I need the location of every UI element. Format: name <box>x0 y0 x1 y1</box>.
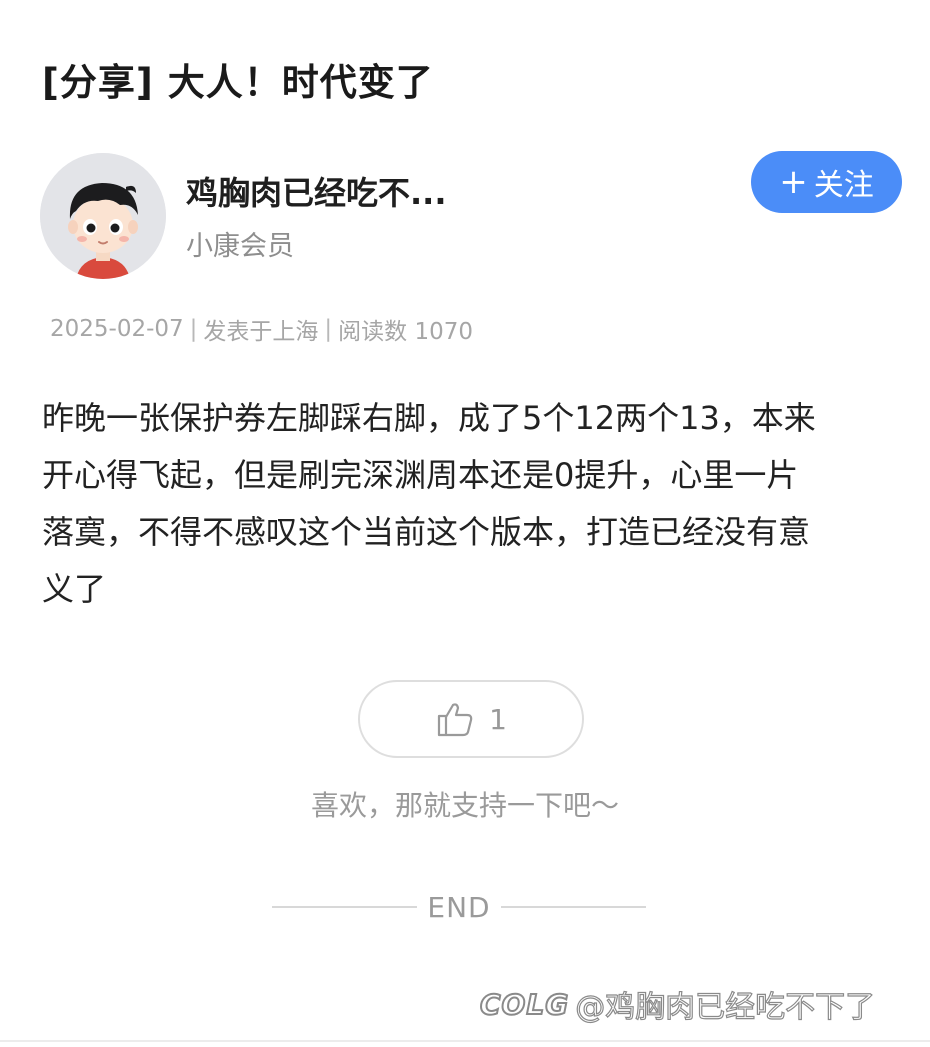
post-title: [分享] 大人！时代变了 <box>42 61 434 104</box>
author-name[interactable]: 鸡胸肉已经吃不... <box>186 168 446 214</box>
cartoon-avatar-icon <box>40 153 166 279</box>
colg-logo: COLG <box>479 987 570 1022</box>
like-hint-text: 喜欢，那就支持一下吧～ <box>310 789 619 822</box>
watermark-text: @鸡胸肉已经吃不下了 <box>575 989 876 1025</box>
end-divider-line-left <box>272 906 417 908</box>
follow-button-label: 关注 <box>813 168 874 203</box>
author-level-badge: 小康会员 <box>186 231 294 262</box>
meta-separator: | <box>324 316 333 342</box>
post-body: 昨晚一张保护券左脚踩右脚，成了5个12两个13，本来 开心得飞起，但是刷完深渊周… <box>42 399 816 608</box>
meta-separator: | <box>189 316 198 342</box>
end-divider: END <box>272 886 646 928</box>
read-count: 阅读数 1070 <box>338 319 474 345</box>
post-date: 2025-02-07 <box>50 316 184 342</box>
end-divider-line-right <box>500 906 646 908</box>
like-button[interactable]: 1 <box>358 680 584 758</box>
watermark: COLG @鸡胸肉已经吃不下了 <box>479 982 876 1026</box>
post-location: 发表于上海 <box>203 319 319 345</box>
end-label: END <box>427 890 491 924</box>
post-meta: 2025-02-07 | 发表于上海 | 阅读数 1070 <box>50 312 473 346</box>
bottom-divider <box>0 1040 930 1042</box>
post-page: [分享] 大人！时代变了 鸡胸肉已经吃不... 小康会员 + 关注 2025-0… <box>0 0 930 1047</box>
thumbs-up-icon <box>437 703 473 737</box>
plus-icon: + <box>779 162 808 202</box>
like-count: 1 <box>489 702 507 736</box>
follow-button[interactable]: + 关注 <box>751 151 902 213</box>
avatar[interactable] <box>40 153 166 279</box>
